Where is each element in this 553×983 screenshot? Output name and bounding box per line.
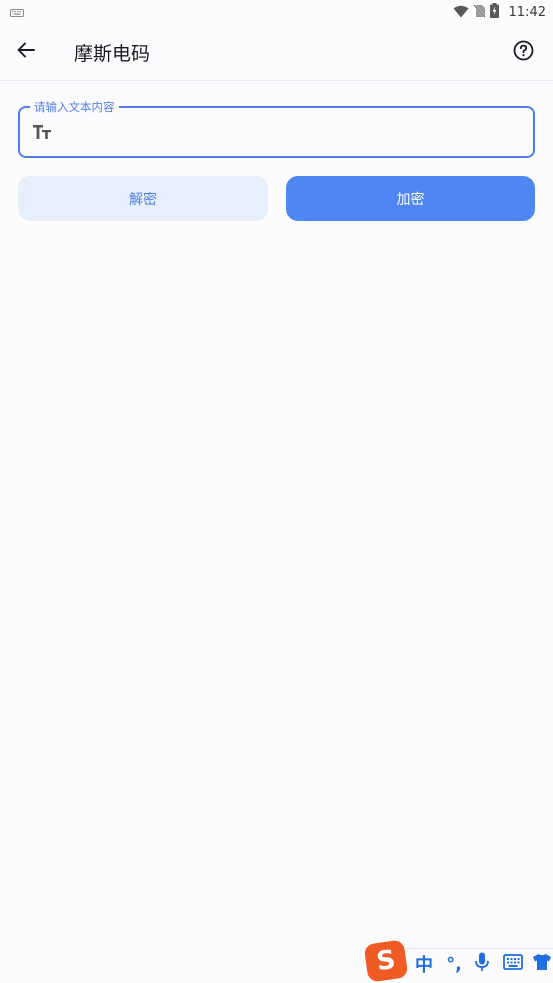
skin-button[interactable] [531,952,553,976]
no-sim-icon [472,3,486,22]
keyboard-layout-icon [503,954,523,974]
voice-input-button[interactable] [472,952,492,976]
keyboard-icon [10,3,24,22]
screen: 11:42 摩斯电码 请输入文本内容 解密 加密 S 中 °, [0,0,553,983]
ime-chinese-toggle[interactable]: 中 [414,952,434,976]
page-title: 摩斯电码 [74,43,151,65]
sogou-logo-icon[interactable]: S [363,939,409,983]
text-input-container[interactable]: 请输入文本内容 [18,99,535,158]
text-size-icon [32,122,52,142]
ime-divider [406,948,553,949]
text-input-label: 请输入文本内容 [30,99,119,115]
encrypt-button[interactable]: 加密 [286,176,535,221]
skin-shirt-icon [532,953,552,975]
ime-logo-letter: S [374,944,398,978]
status-time: 11:42 [508,4,546,20]
decrypt-button[interactable]: 解密 [18,176,268,221]
app-bar: 摩斯电码 [0,24,553,81]
arrow-left-icon [17,42,35,62]
text-input[interactable] [62,116,522,148]
keyboard-layout-button[interactable] [502,952,524,976]
battery-charging-icon [489,2,499,22]
help-circle-icon [513,40,534,65]
ime-toolbar: S 中 °, [363,939,553,983]
status-bar: 11:42 [0,0,553,24]
voice-input-icon [475,952,489,976]
help-button[interactable] [511,40,535,64]
ime-punctuation-button[interactable]: °, [444,952,464,976]
back-button[interactable] [12,38,40,66]
wifi-icon [453,3,469,22]
